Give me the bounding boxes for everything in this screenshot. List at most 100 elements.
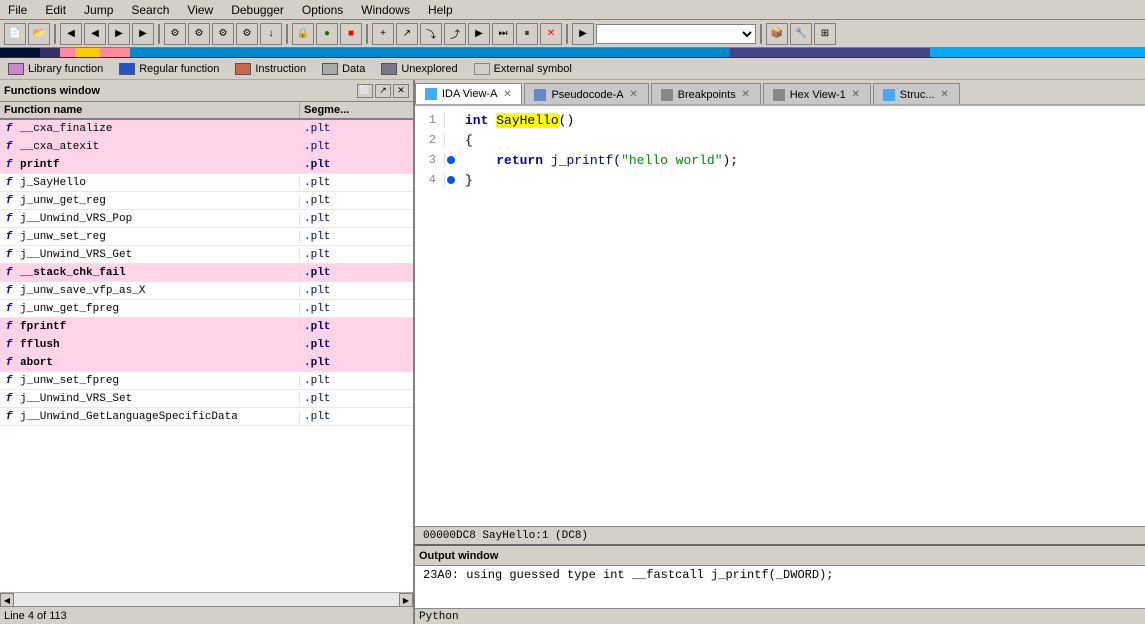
toolbar-stop[interactable]: ■ [340,23,362,45]
tab-close-btn[interactable]: ✕ [850,89,862,101]
output-title: Output window [419,550,498,562]
legend-external-color [474,63,490,75]
toolbar-back[interactable]: ◀ [60,23,82,45]
toolbar-open[interactable]: 📂 [28,23,50,45]
toolbar-fwd[interactable]: ▶ [108,23,130,45]
toolbar-fwd2[interactable]: ▶ [132,23,154,45]
menu-help[interactable]: Help [424,3,457,17]
toolbar-plus[interactable]: + [372,23,394,45]
table-row[interactable]: fj__Unwind_VRS_Pop.plt [0,210,413,228]
main-area: Functions window ⬜ ↗ ✕ Function name Seg… [0,80,1145,624]
debugger-combo[interactable]: No debugger [596,24,756,44]
table-row[interactable]: f__cxa_finalize.plt [0,120,413,138]
panel-close[interactable]: ✕ [393,84,409,98]
toolbar-extra[interactable]: ⊞ [814,23,836,45]
table-row[interactable]: fj_unw_set_reg.plt [0,228,413,246]
toolbar-btn4[interactable]: ⚙ [188,23,210,45]
func-icon: f [0,375,18,387]
tab-close-btn[interactable]: ✕ [740,89,752,101]
toolbar: 📄 📂 ◀ ◀ ▶ ▶ ⚙ ⚙ ⚙ ⚙ ↓ 🔒 ● ■ + ↗ ⤵ ⤴ ▶ ⏭ … [0,20,1145,48]
func-name: j_unw_save_vfp_as_X [18,285,300,297]
func-icon: f [0,195,18,207]
nav-seg-blue [130,48,730,57]
toolbar-stepout[interactable]: ⤴ [444,23,466,45]
tab-close-btn[interactable]: ✕ [501,88,513,100]
table-row[interactable]: fj__Unwind_VRS_Set.plt [0,390,413,408]
table-row[interactable]: f__cxa_atexit.plt [0,138,413,156]
toolbar-x[interactable]: ✕ [540,23,562,45]
table-row[interactable]: fj_unw_get_reg.plt [0,192,413,210]
legend-regular-color [119,63,135,75]
func-seg: .plt [300,321,413,333]
func-name: j_SayHello [18,177,300,189]
tab-idaview-a[interactable]: IDA View-A✕ [415,83,522,105]
table-row[interactable]: fj__Unwind_VRS_Get.plt [0,246,413,264]
hscroll-track[interactable] [14,593,399,606]
toolbar-btn5[interactable]: ⚙ [212,23,234,45]
line-dot [445,156,457,164]
menu-edit[interactable]: Edit [41,3,70,17]
tab-hexview-1[interactable]: Hex View-1✕ [763,83,871,105]
hscroll-left[interactable]: ◀ [0,593,14,607]
table-row[interactable]: ffprintf.plt [0,318,413,336]
line-dot [445,176,457,184]
nav-seg-yellow1 [75,48,100,57]
func-icon: f [0,339,18,351]
toolbar-back2[interactable]: ◀ [84,23,106,45]
toolbar-run3[interactable]: ▶ [572,23,594,45]
menu-view[interactable]: View [183,3,217,17]
hscroll-right[interactable]: ▶ [399,593,413,607]
menu-search[interactable]: Search [127,3,173,17]
menu-windows[interactable]: Windows [357,3,414,17]
func-name: __cxa_finalize [18,123,300,135]
table-row[interactable]: fabort.plt [0,354,413,372]
table-row[interactable]: fj_SayHello.plt [0,174,413,192]
menu-options[interactable]: Options [298,3,347,17]
menu-debugger[interactable]: Debugger [227,3,288,17]
functions-table[interactable]: Function name Segme... f__cxa_finalize.p… [0,102,413,592]
table-row[interactable]: fj__Unwind_GetLanguageSpecificData.plt [0,408,413,426]
panel-restore[interactable]: ⬜ [357,84,373,98]
func-seg: .plt [300,141,413,153]
right-panel: IDA View-A✕Pseudocode-A✕Breakpoints✕Hex … [415,80,1145,624]
table-row[interactable]: ffflush.plt [0,336,413,354]
tab-struc...[interactable]: Struc...✕ [873,83,960,105]
toolbar-btn3[interactable]: ⚙ [164,23,186,45]
table-row[interactable]: fj_unw_save_vfp_as_X.plt [0,282,413,300]
nav-seg-purple [730,48,930,57]
code-line: 1int SayHello() [415,110,1145,130]
panel-float[interactable]: ↗ [375,84,391,98]
tab-close-btn[interactable]: ✕ [628,89,640,101]
tab-breakpoints[interactable]: Breakpoints✕ [651,83,761,105]
toolbar-run[interactable]: ▶ [468,23,490,45]
legend-library-color [8,63,24,75]
toolbar-run2[interactable]: ⏭ [492,23,514,45]
func-seg: .plt [300,339,413,351]
menu-file[interactable]: File [4,3,31,17]
toolbar-pause[interactable]: ⏸ [516,23,538,45]
table-row[interactable]: f__stack_chk_fail.plt [0,264,413,282]
toolbar-arrow[interactable]: ↗ [396,23,418,45]
menu-jump[interactable]: Jump [80,3,117,17]
table-row[interactable]: fj_unw_set_fpreg.plt [0,372,413,390]
toolbar-lock[interactable]: 🔒 [292,23,314,45]
code-area[interactable]: 1int SayHello()2{3 return j_printf("hell… [415,106,1145,526]
tab-icon [772,88,786,102]
toolbar-threads[interactable]: 🔧 [790,23,812,45]
func-status-text: Line 4 of 113 [4,610,67,622]
toolbar-circle[interactable]: ● [316,23,338,45]
toolbar-btn6[interactable]: ⚙ [236,23,258,45]
output-titlebar: Output window [415,546,1145,566]
table-row[interactable]: fj_unw_get_fpreg.plt [0,300,413,318]
toolbar-step[interactable]: ⤵ [420,23,442,45]
func-seg: .plt [300,375,413,387]
legend-unexplored-label: Unexplored [401,63,457,75]
tab-pseudocode-a[interactable]: Pseudocode-A✕ [524,83,648,105]
table-row[interactable]: fprintf.plt [0,156,413,174]
toolbar-modules[interactable]: 📦 [766,23,788,45]
line-number: 2 [415,133,445,147]
legend-unexplored-color [381,63,397,75]
toolbar-btn7[interactable]: ↓ [260,23,282,45]
toolbar-new[interactable]: 📄 [4,23,26,45]
tab-close-btn[interactable]: ✕ [939,89,951,101]
